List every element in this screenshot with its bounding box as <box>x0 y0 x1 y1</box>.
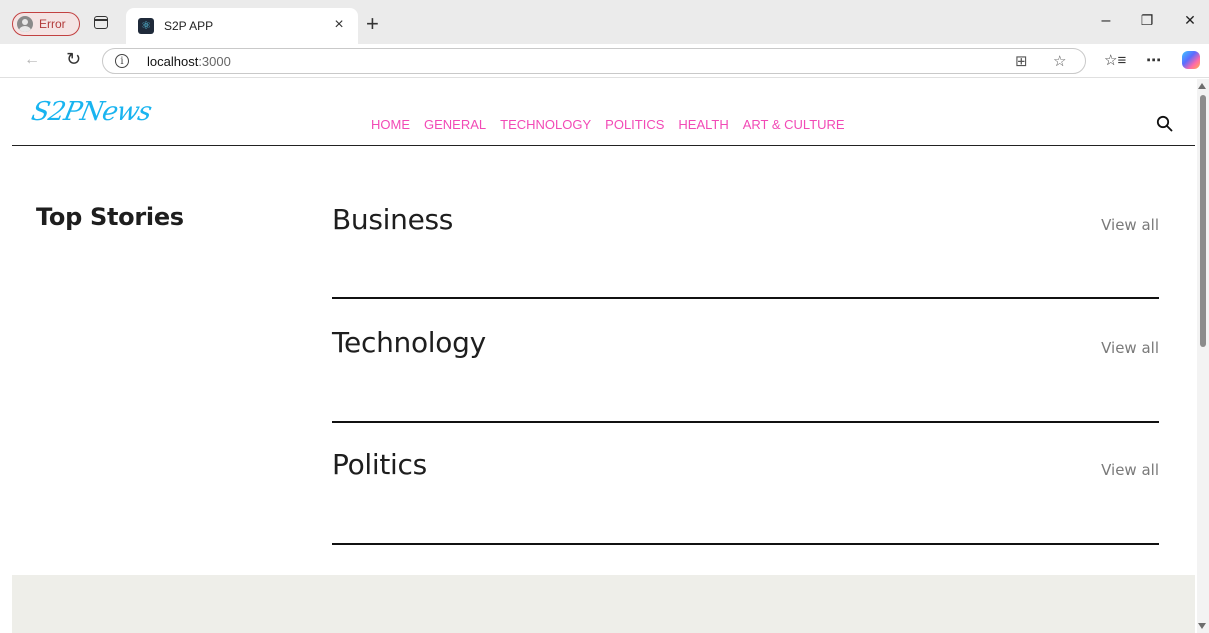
view-all-link[interactable]: View all <box>1101 216 1159 234</box>
main-nav: HOME GENERAL TECHNOLOGY POLITICS HEALTH … <box>371 117 859 132</box>
nav-technology[interactable]: TECHNOLOGY <box>500 117 591 132</box>
scroll-thumb[interactable] <box>1200 95 1206 347</box>
page-scrollbar[interactable] <box>1197 79 1209 633</box>
view-all-link[interactable]: View all <box>1101 461 1159 479</box>
tab-actions-icon[interactable] <box>94 16 108 29</box>
site-header: S2PNews HOME GENERAL TECHNOLOGY POLITICS… <box>12 79 1195 146</box>
tab-close-icon[interactable]: × <box>330 16 348 34</box>
page-viewport: S2PNews HOME GENERAL TECHNOLOGY POLITICS… <box>12 79 1195 633</box>
view-all-link[interactable]: View all <box>1101 339 1159 357</box>
profile-button[interactable]: Error <box>12 12 80 36</box>
copilot-icon[interactable] <box>1182 51 1200 69</box>
browser-tab[interactable]: ⚛ S2P APP × <box>126 8 358 44</box>
section-title: Technology <box>332 326 486 359</box>
address-bar[interactable]: i localhost:3000 ⊞ ☆ <box>102 48 1086 74</box>
nav-home[interactable]: HOME <box>371 117 410 132</box>
url-host: localhost <box>147 53 199 69</box>
profile-avatar-icon <box>17 16 33 32</box>
new-tab-button[interactable]: + <box>366 11 379 37</box>
section-title: Politics <box>332 448 427 481</box>
info-icon[interactable]: i <box>115 54 129 68</box>
site-logo[interactable]: S2PNews <box>29 97 154 127</box>
profile-label: Error <box>39 17 66 31</box>
tab-title: S2P APP <box>164 19 214 33</box>
split-screen-icon[interactable]: ⊞ <box>1015 52 1028 70</box>
back-arrow-icon[interactable]: ← <box>24 51 40 69</box>
more-icon[interactable]: ⋯ <box>1146 51 1161 69</box>
technology-section: Technology View all <box>332 326 1159 450</box>
business-section: Business View all <box>332 203 1159 327</box>
nav-politics[interactable]: POLITICS <box>605 117 664 132</box>
scroll-up-icon[interactable] <box>1198 83 1206 89</box>
restore-button[interactable]: ❐ <box>1137 12 1157 29</box>
section-divider <box>332 543 1159 545</box>
browser-tab-bar: Error ⚛ S2P APP × + – ❐ ✕ <box>0 0 1209 44</box>
favorite-star-icon[interactable]: ☆ <box>1053 52 1066 70</box>
section-divider <box>332 297 1159 299</box>
politics-section: Politics View all <box>332 448 1159 572</box>
reload-icon[interactable]: ↻ <box>66 49 81 70</box>
search-icon[interactable] <box>1156 115 1173 132</box>
top-stories-title: Top Stories <box>36 203 184 231</box>
close-window-button[interactable]: ✕ <box>1180 12 1200 29</box>
section-divider <box>332 421 1159 423</box>
scroll-down-icon[interactable] <box>1198 623 1206 629</box>
nav-art-culture[interactable]: ART & CULTURE <box>743 117 845 132</box>
minimize-button[interactable]: – <box>1096 12 1116 30</box>
site-footer <box>12 575 1195 633</box>
nav-health[interactable]: HEALTH <box>678 117 728 132</box>
url-port: :3000 <box>198 53 231 69</box>
section-title: Business <box>332 203 454 236</box>
favorites-list-icon[interactable]: ☆≡ <box>1104 51 1126 69</box>
nav-general[interactable]: GENERAL <box>424 117 486 132</box>
react-favicon-icon: ⚛ <box>138 18 154 34</box>
browser-toolbar: ← ↻ i localhost:3000 ⊞ ☆ ☆≡ ⋯ <box>0 44 1209 78</box>
